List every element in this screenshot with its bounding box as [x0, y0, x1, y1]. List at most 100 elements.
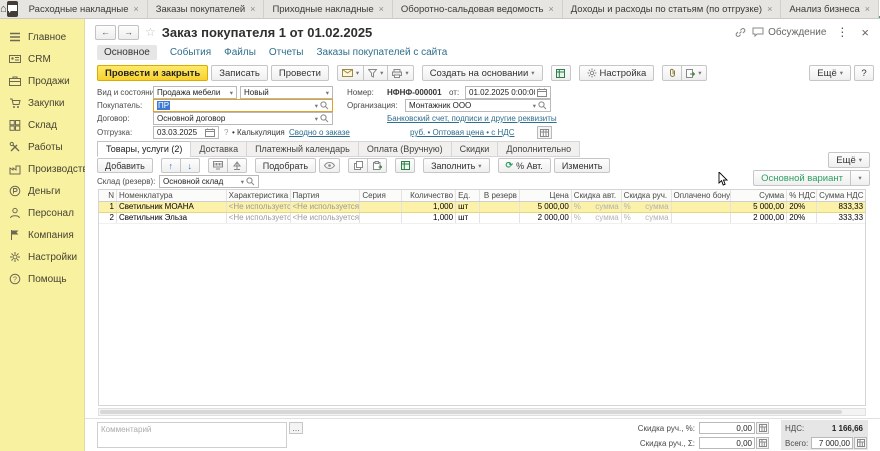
tab-oplata[interactable]: Оплата (Вручную)	[357, 141, 452, 157]
variant-button[interactable]: Основной вариант	[753, 170, 851, 186]
discussions-icon[interactable]	[6, 1, 18, 17]
calculator-icon[interactable]	[756, 422, 769, 434]
sidebar-item-crm[interactable]: CRM	[0, 48, 84, 70]
sidebar-item-kompaniya[interactable]: Компания	[0, 224, 84, 246]
write-button[interactable]: Записать	[211, 65, 268, 81]
sidebar-item-pomosch[interactable]: ? Помощь	[0, 268, 84, 290]
edit-button[interactable]: Изменить	[553, 158, 611, 173]
tab-close-icon[interactable]: ×	[549, 4, 554, 14]
discussion-button[interactable]: Обсуждение	[752, 27, 826, 38]
sidebar-item-glavnoe[interactable]: Главное	[0, 26, 84, 48]
magnifier-icon[interactable]	[320, 101, 329, 110]
tab-close-icon[interactable]: ×	[767, 4, 772, 14]
sidebar-item-dengi[interactable]: Деньги	[0, 180, 84, 202]
calculation-label[interactable]: • Калькуляция	[232, 128, 285, 137]
date-input[interactable]: 01.02.2025 0:00:00	[465, 86, 551, 99]
window-tab[interactable]: Расходные накладные ×	[21, 0, 148, 18]
scrollbar-thumb[interactable]	[100, 410, 842, 414]
table-row[interactable]: 1 Светильник МОАНА <Не используется> <Не…	[99, 202, 865, 213]
back-button[interactable]: ←	[95, 24, 116, 40]
window-tab[interactable]: Доходы и расходы по статьям (по отгрузке…	[563, 0, 782, 18]
table-more-button[interactable]: Ещё ▾	[828, 152, 870, 168]
tab-platezhny-kalendar[interactable]: Платежный календарь	[246, 141, 359, 157]
fill-button[interactable]: Заполнить ▾	[423, 158, 490, 173]
calculator-icon[interactable]	[854, 437, 867, 449]
auto-discount-button[interactable]: ⟳% Авт.	[497, 158, 551, 173]
window-tab[interactable]: Анализ бизнеса ×	[781, 0, 879, 18]
sidebar-item-raboty[interactable]: Работы	[0, 136, 84, 158]
calculator-icon[interactable]	[756, 437, 769, 449]
comment-expand-button[interactable]: …	[289, 422, 303, 434]
horizontal-scrollbar[interactable]	[98, 408, 866, 416]
mail-button[interactable]: ▾	[336, 65, 365, 81]
magnifier-icon[interactable]	[538, 101, 547, 110]
discount-sum-input[interactable]: 0,00	[699, 437, 755, 449]
comment-input[interactable]	[97, 422, 287, 448]
favorite-star-icon[interactable]: ☆	[145, 25, 156, 39]
shipment-date-input[interactable]: 03.03.2025	[153, 126, 219, 139]
edo-button[interactable]: ▾	[681, 65, 707, 81]
sidebar-item-sklad[interactable]: Склад	[0, 114, 84, 136]
calendar-icon[interactable]	[537, 88, 547, 97]
table-row[interactable]: 2 Светильник Эльза <Не используется> <Не…	[99, 213, 865, 224]
forward-button[interactable]: →	[118, 24, 139, 40]
price-currency-link[interactable]: руб. • Оптовая цена • с НДС	[410, 128, 515, 137]
contract-input[interactable]: Основной договор ▾	[153, 112, 333, 125]
attachments-button[interactable]	[662, 65, 683, 81]
show-hide-button[interactable]	[319, 158, 341, 173]
more-button[interactable]: Ещё ▾	[809, 65, 851, 81]
window-tab[interactable]: Заказы покупателей ×	[148, 0, 265, 18]
copy-rows-button[interactable]	[348, 158, 369, 173]
total-input[interactable]: 7 000,00	[811, 437, 853, 449]
home-icon[interactable]: ⌂	[0, 0, 7, 18]
export-table-button[interactable]	[395, 158, 416, 173]
tab-close-icon[interactable]: ×	[379, 4, 384, 14]
post-button[interactable]: Провести	[270, 65, 329, 81]
sidebar-item-personal[interactable]: Персонал	[0, 202, 84, 224]
move-up-button[interactable]: ↑	[160, 158, 181, 173]
tab-fayly[interactable]: Файлы	[224, 47, 256, 58]
tab-tovary-uslugi[interactable]: Товары, услуги (2)	[97, 141, 192, 157]
price-table-button[interactable]	[537, 126, 552, 139]
magnifier-icon[interactable]	[320, 114, 329, 123]
tab-sobytiya[interactable]: События	[170, 47, 211, 58]
tab-zakazy-s-sayta[interactable]: Заказы покупателей с сайта	[316, 47, 447, 58]
tab-otchety[interactable]: Отчеты	[269, 47, 304, 58]
shipment-help-icon[interactable]: ?	[224, 128, 228, 137]
kind-select[interactable]: Продажа мебели ▾	[153, 86, 237, 99]
print-button[interactable]: ▾	[387, 65, 414, 81]
warehouse-input[interactable]: Основной склад ▾	[159, 175, 259, 188]
sidebar-item-zakupki[interactable]: Закупки	[0, 92, 84, 114]
post-and-close-button[interactable]: Провести и закрыть	[97, 65, 209, 81]
settings-button[interactable]: Настройка	[578, 65, 655, 81]
window-tab[interactable]: Приходные накладные ×	[264, 0, 393, 18]
close-icon[interactable]: ×	[858, 25, 872, 40]
tab-close-icon[interactable]: ×	[134, 4, 139, 14]
kebab-menu-icon[interactable]: ⋮	[832, 25, 852, 39]
sidebar-item-prodazhi[interactable]: Продажи	[0, 70, 84, 92]
tab-osnovnoe[interactable]: Основное	[97, 45, 157, 60]
paste-rows-button[interactable]	[367, 158, 388, 173]
window-tab[interactable]: Оборотно-сальдовая ведомость ×	[393, 0, 563, 18]
tab-close-icon[interactable]: ×	[865, 4, 870, 14]
buyer-input[interactable]: ПР ▾	[153, 99, 333, 112]
scales-button[interactable]	[226, 158, 247, 173]
sidebar-item-proizvodstvo[interactable]: Производство	[0, 158, 93, 180]
tab-skidki[interactable]: Скидки	[450, 141, 499, 157]
magnifier-icon[interactable]	[246, 177, 255, 186]
bank-details-link[interactable]: Банковский счет, подписи и другие реквиз…	[387, 114, 557, 123]
state-select[interactable]: Новый ▾	[240, 86, 333, 99]
variant-dropdown-button[interactable]: ▾	[850, 170, 870, 186]
calendar-icon[interactable]	[205, 128, 215, 137]
pick-button[interactable]: Подобрать	[254, 158, 317, 173]
move-down-button[interactable]: ↓	[179, 158, 200, 173]
tab-close-icon[interactable]: ×	[250, 4, 255, 14]
add-row-button[interactable]: Добавить	[97, 158, 153, 173]
order-summary-link[interactable]: Сводно о заказе	[289, 128, 350, 137]
reports-button[interactable]	[550, 65, 571, 81]
help-button[interactable]: ?	[854, 65, 874, 81]
get-link-icon[interactable]	[735, 27, 746, 38]
sidebar-item-nastroyki[interactable]: Настройки	[0, 246, 84, 268]
filter-button[interactable]: ▾	[363, 65, 389, 81]
tab-dopolnitelno[interactable]: Дополнительно	[497, 141, 581, 157]
